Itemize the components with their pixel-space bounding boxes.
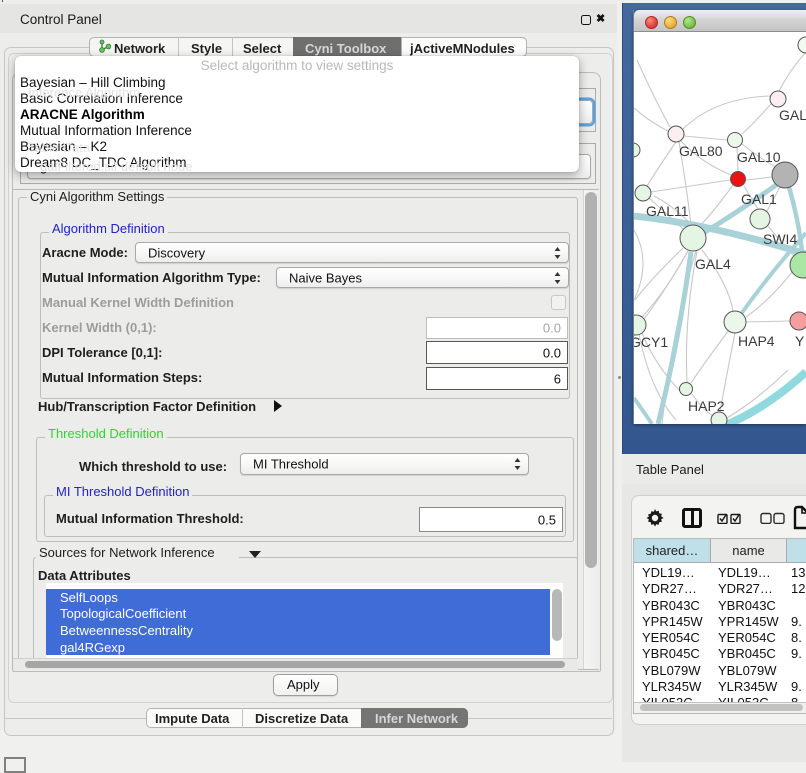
svg-text:GAL10: GAL10 — [737, 149, 781, 165]
svg-text:GCY1: GCY1 — [634, 334, 668, 350]
svg-text:GAL1: GAL1 — [741, 191, 777, 207]
svg-text:Y: Y — [795, 333, 805, 349]
svg-text:HAP2: HAP2 — [688, 398, 725, 414]
svg-text:HAP4: HAP4 — [738, 333, 775, 349]
svg-text:GAL11: GAL11 — [646, 203, 689, 219]
svg-text:GAL4: GAL4 — [695, 256, 731, 272]
svg-text:GAL2: GAL2 — [779, 107, 806, 123]
svg-text:SWI4: SWI4 — [763, 231, 797, 247]
svg-text:GAL80: GAL80 — [679, 143, 723, 159]
